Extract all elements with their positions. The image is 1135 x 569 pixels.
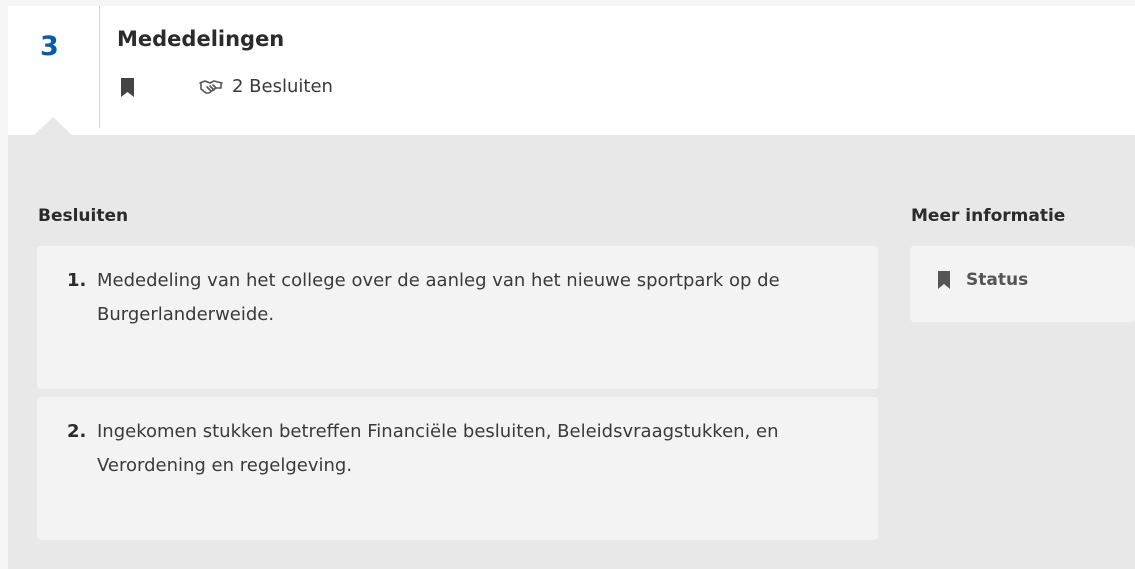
handshake-icon [199, 79, 223, 94]
decision-card-2: 2. Ingekomen stukken betreffen Financiël… [37, 397, 878, 540]
besluiten-count: 2 Besluiten [199, 76, 333, 97]
agenda-item-number: 3 [40, 31, 59, 62]
besluiten-count-label: 2 Besluiten [232, 76, 333, 97]
status-link[interactable]: Status [938, 270, 1028, 290]
decision-body-1: Mededeling van het college over de aanle… [97, 270, 780, 325]
bookmark-icon [938, 271, 950, 289]
decision-card-1: 1. Mededeling van het college over de aa… [37, 246, 878, 389]
status-label: Status [966, 270, 1029, 290]
decision-number-1: 1. [67, 270, 87, 291]
meer-informatie-heading: Meer informatie [911, 206, 1066, 226]
panel-pointer [34, 117, 72, 135]
decision-text-1: 1. Mededeling van het college over de aa… [67, 264, 857, 332]
bookmark-icon[interactable] [121, 78, 134, 101]
decision-text-2: 2. Ingekomen stukken betreffen Financiël… [67, 415, 857, 483]
meer-informatie-card: Status [910, 246, 1135, 322]
agenda-item-header[interactable] [8, 6, 1135, 135]
agenda-item-title[interactable]: Mededelingen [117, 27, 284, 51]
decision-number-2: 2. [67, 421, 87, 442]
decision-body-2: Ingekomen stukken betreffen Financiële b… [97, 421, 779, 476]
besluiten-heading: Besluiten [38, 206, 129, 226]
header-divider [99, 6, 100, 128]
